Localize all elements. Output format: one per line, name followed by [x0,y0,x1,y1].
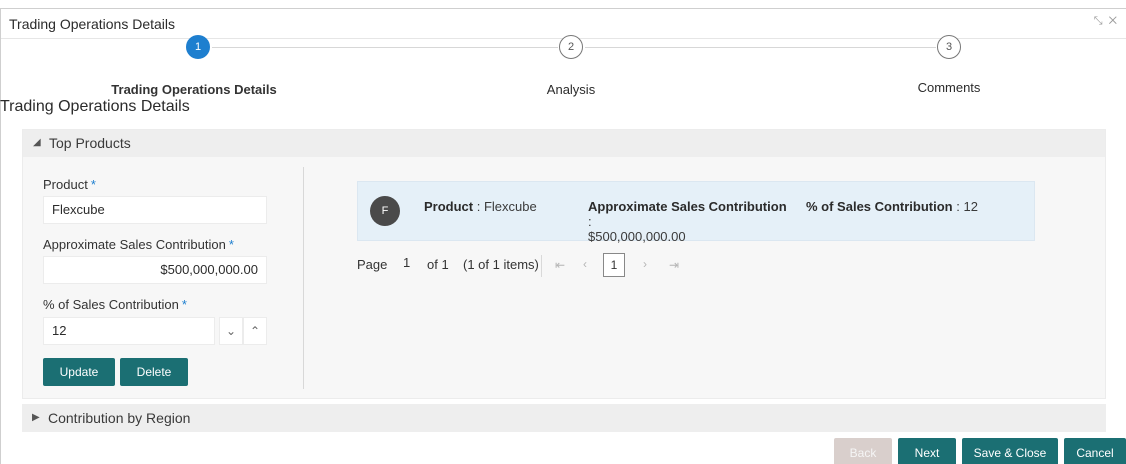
delete-button[interactable]: Delete [120,358,188,386]
step-2-circle[interactable]: 2 [559,35,583,59]
record-sales-contribution: Approximate Sales Contribution : $500,000… [588,199,787,244]
section-heading: Trading Operations Details [0,98,190,115]
next-page-icon[interactable]: › [643,257,647,271]
product-label: Product * [43,177,96,192]
back-button[interactable]: Back [834,438,892,464]
chevron-up-icon[interactable]: ⌃ [243,317,267,345]
required-marker: * [90,177,96,192]
step-1-label[interactable]: Trading Operations Details [111,82,276,97]
record-product: Product : Flexcube [424,199,537,214]
chevron-down-icon[interactable]: ⌄ [219,317,243,345]
pager-separator [541,255,542,277]
required-marker: * [181,297,187,312]
top-products-panel: ◢ Top Products Product * Flexcube Approxi… [22,129,1106,399]
top-products-header[interactable]: ◢ Top Products [23,130,1105,157]
wizard-stepper: 1 2 3 Trading Operations Details Analysi… [0,32,1126,98]
save-close-button[interactable]: Save & Close [962,438,1058,464]
last-page-icon[interactable]: ⇥ [669,258,679,272]
percent-sales-field[interactable]: 12 [43,317,215,345]
window-controls[interactable]: ⤡✕ [1094,15,1123,28]
step-3-circle[interactable]: 3 [937,35,961,59]
product-field[interactable]: Flexcube [43,196,267,224]
collapse-triangle-icon[interactable]: ◢ [33,137,41,148]
pagination: Page 1 of 1 (1 of 1 items) ⇤ ‹ 1 › ⇥ [357,253,717,279]
product-record-card[interactable]: F Product : Flexcube Approximate Sales C… [357,181,1035,244]
close-icon[interactable]: ✕ [1109,15,1123,27]
required-marker: * [228,237,234,252]
step-3-label[interactable]: Comments [918,80,981,95]
page-of-text: of 1 [427,257,449,272]
first-page-icon[interactable]: ⇤ [555,258,565,272]
stepper-line-2 [585,47,936,48]
stepper-line-1 [212,47,558,48]
record-percent-sales: % of Sales Contribution : 12 [806,199,978,214]
next-button[interactable]: Next [898,438,956,464]
page-label: Page [357,257,388,272]
page-items-text: (1 of 1 items) [463,257,539,272]
page-number: 1 [403,255,411,270]
current-page-box[interactable]: 1 [603,253,625,277]
update-button[interactable]: Update [43,358,115,386]
sales-contribution-label: Approximate Sales Contribution * [43,237,234,252]
contribution-by-region-header[interactable]: ▶ Contribution by Region [22,404,1106,432]
percent-sales-label: % of Sales Contribution * [43,297,187,312]
contribution-by-region-title: Contribution by Region [48,410,191,426]
window-title: Trading Operations Details [9,16,176,32]
step-1-circle[interactable]: 1 [186,35,210,59]
sales-contribution-field[interactable]: $500,000,000.00 [43,256,267,284]
expand-triangle-icon[interactable]: ▶ [32,412,40,423]
top-products-title: Top Products [49,135,131,151]
cancel-button[interactable]: Cancel [1064,438,1126,464]
avatar: F [370,196,400,226]
maximize-icon[interactable]: ⤡ [1094,15,1109,27]
previous-page-icon[interactable]: ‹ [583,257,587,271]
step-2-label[interactable]: Analysis [547,82,595,97]
panel-divider [303,167,304,389]
